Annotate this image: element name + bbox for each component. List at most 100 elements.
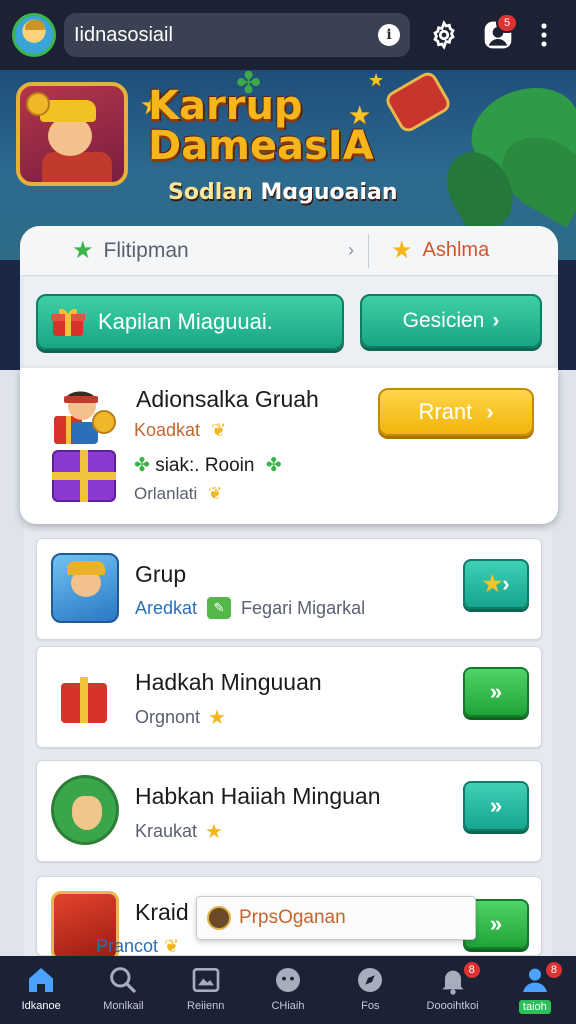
chevron-right-icon: › xyxy=(492,309,500,332)
game-title: Karrup DameasIA xyxy=(148,86,418,166)
featured-meta: Koadkat ❦ xyxy=(134,420,226,441)
nav-explore[interactable]: Fos xyxy=(329,956,411,1024)
tab-label: Flitipman xyxy=(103,238,189,262)
top-bar: Iidnasosiail i 5 xyxy=(0,0,576,70)
star-icon: ★ xyxy=(208,707,226,729)
double-chevron-right-icon: » xyxy=(489,911,503,936)
star-icon: ★ xyxy=(482,571,503,596)
butterfly-icon: ❦ xyxy=(164,936,180,956)
rrant-label: Rrant xyxy=(418,399,473,424)
kapilan-label: Kapilan Miaguuai. xyxy=(98,309,273,334)
gift-icon xyxy=(51,661,119,731)
character-avatar-icon xyxy=(54,391,116,444)
toast-label: PrpsOganan xyxy=(239,907,346,928)
chevron-right-icon: › xyxy=(502,571,510,596)
settings-button[interactable] xyxy=(424,15,464,55)
list-item-title: Hadkah Minguuan xyxy=(135,669,322,695)
tab-ashlma[interactable]: ★ Ashlma xyxy=(368,233,490,268)
peek-text: Prancot ❦ xyxy=(96,936,179,957)
double-chevron-right-icon: » xyxy=(489,679,503,704)
list-item-grup[interactable]: Grup Aredkat ✎ Fegari Migarkal ★ › xyxy=(36,538,542,640)
subtitle-rest: Mɑɡuoaian xyxy=(260,180,398,205)
notification-badge: 8 xyxy=(543,960,564,980)
notification-badge: 5 xyxy=(496,13,518,33)
featured-meta3-text: Orlanlati xyxy=(134,484,198,503)
list-item-habkan[interactable]: Habkan Haiiah Minguan Kraukat ★ » xyxy=(36,760,542,862)
featured-title: Adionsalka Gruah xyxy=(136,386,319,412)
toast-popup[interactable]: PrpsOganan xyxy=(196,896,476,940)
list-item-meta: Kraukat ★ xyxy=(135,819,223,844)
game-title-line1: Karrup xyxy=(148,83,303,129)
list-item-meta-text: Kraukat xyxy=(135,821,198,841)
list-item-meta-text: Orgnont xyxy=(135,707,201,727)
featured-meta-text: Koadkat xyxy=(134,420,201,440)
user-avatar[interactable] xyxy=(12,13,56,57)
subtitle-accent: Sodlan xyxy=(168,180,253,205)
list-item-title: Grup xyxy=(135,561,187,587)
gift-icon xyxy=(51,308,85,336)
brush-icon: ✎ xyxy=(207,597,232,619)
gear-icon xyxy=(433,20,455,50)
leaf-icon: ✤ xyxy=(265,455,282,476)
list-item-title: Habkan Haiiah Minguan xyxy=(135,783,381,809)
nav-search[interactable]: Monlkail xyxy=(82,956,164,1024)
nav-label: Monlkail xyxy=(103,1000,144,1012)
gesicien-button[interactable]: Gesicien › xyxy=(360,294,542,348)
nav-home[interactable]: Idkanoe xyxy=(0,956,82,1024)
featured-meta-secondary: ✤ siak:. Rooin ✤ xyxy=(134,454,282,477)
list-item-title: Kraid xyxy=(135,899,189,925)
featured-card[interactable]: Adionsalka Gruah Koadkat ❦ ✤ siak:. Rooi… xyxy=(20,368,558,524)
nav-label: taioh xyxy=(518,1000,551,1014)
featured-meta2-text: siak:. Rooin xyxy=(155,455,255,476)
list-item-meta: Orgnont ★ xyxy=(135,705,226,730)
purple-gift-icon xyxy=(52,450,116,502)
nav-gallery[interactable]: Reiienn xyxy=(165,956,247,1024)
search-text[interactable]: Iidnasosiail xyxy=(74,24,378,47)
tab-label: Ashlma xyxy=(422,239,490,261)
star-icon: ★ xyxy=(72,237,94,264)
nav-label: Idkanoe xyxy=(21,1000,61,1012)
action-row: Kapilan Miaguuai. Gesicien › xyxy=(24,276,554,368)
chat-icon xyxy=(275,968,300,992)
nav-label: CHiaih xyxy=(271,1000,305,1012)
game-app-icon[interactable] xyxy=(16,82,128,186)
nav-notifications[interactable]: 8 Doooihtkoi xyxy=(411,956,493,1024)
peek-label: Prancot xyxy=(96,936,159,956)
list-item-meta-text: Fegari Migarkal xyxy=(241,597,366,618)
character-icon xyxy=(207,906,231,930)
nav-chat[interactable]: CHiaih xyxy=(247,956,329,1024)
game-subtitle: Sodlan Mɑɡuoaian xyxy=(168,180,398,205)
image-icon xyxy=(192,968,220,992)
list-item-meta-accent: Aredkat xyxy=(135,597,198,618)
more-vertical-icon xyxy=(541,23,547,47)
tab-bar: ★ Flitipman › ★ Ashlma xyxy=(20,226,558,276)
tab-flitipman[interactable]: ★ Flitipman › xyxy=(20,226,368,276)
coin-icon xyxy=(26,92,50,116)
kapilan-button[interactable]: Kapilan Miaguuai. xyxy=(36,294,344,350)
group-avatar-icon xyxy=(51,553,119,623)
nav-profile[interactable]: 8 taioh xyxy=(494,956,576,1024)
open-button[interactable]: » xyxy=(463,781,529,831)
leaf-avatar-icon xyxy=(51,775,119,845)
star-icon: ★ xyxy=(205,821,223,843)
chevron-right-icon: › xyxy=(486,399,494,424)
search-field[interactable]: Iidnasosiail i xyxy=(64,13,410,57)
rrant-button[interactable]: Rrant › xyxy=(378,388,534,436)
butterfly-icon: ❦ xyxy=(211,420,227,440)
nav-label: Reiienn xyxy=(187,1000,225,1012)
leaf-icon: ✤ xyxy=(134,455,150,476)
star-icon: ★ xyxy=(391,237,413,264)
bottom-nav: Idkanoe Monlkail Reiienn CHiaih Fos 8 Do… xyxy=(0,956,576,1024)
featured-meta-tertiary: Orlanlati ❦ xyxy=(134,484,222,504)
open-button[interactable]: ★ › xyxy=(463,559,529,609)
info-icon[interactable]: i xyxy=(378,24,400,46)
list-item-hadkah[interactable]: Hadkah Minguuan Orgnont ★ » xyxy=(36,646,542,748)
more-button[interactable] xyxy=(524,15,564,55)
butterfly-icon: ❦ xyxy=(208,484,223,503)
open-button[interactable]: » xyxy=(463,667,529,717)
compass-icon xyxy=(358,968,383,992)
double-chevron-right-icon: » xyxy=(489,793,503,818)
nav-label: Doooihtkoi xyxy=(426,1000,479,1012)
profile-button[interactable]: 5 xyxy=(478,13,518,55)
list-item-meta: Aredkat ✎ Fegari Migarkal xyxy=(135,597,365,619)
